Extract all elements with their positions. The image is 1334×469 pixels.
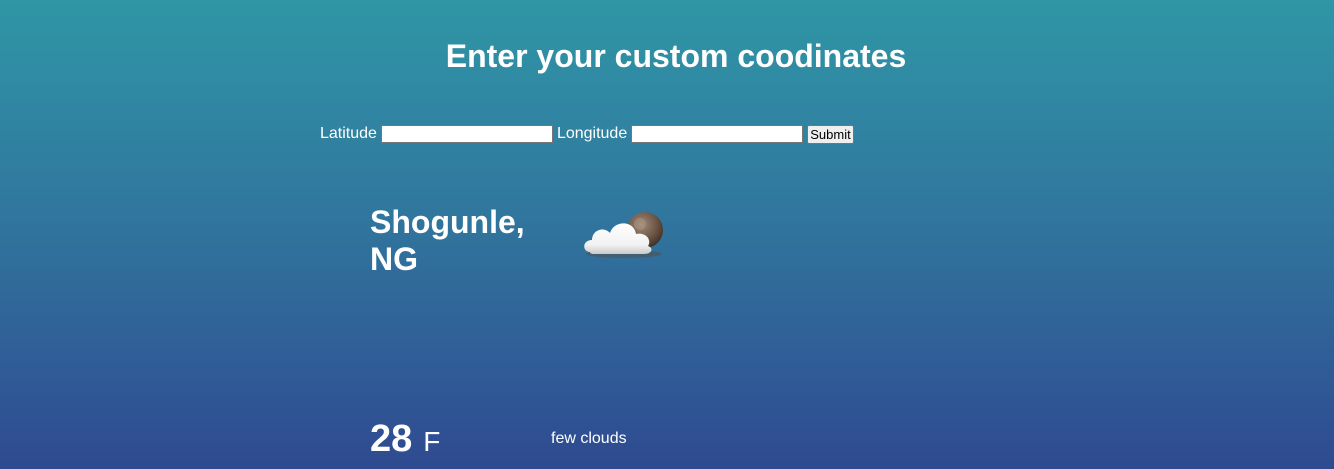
temperature: 28 F — [370, 418, 440, 462]
longitude-label: Longitude — [556, 125, 628, 142]
longitude-input[interactable] — [631, 125, 804, 143]
coordinates-form: Latitude Longitude Submit — [320, 124, 854, 144]
latitude-input[interactable] — [380, 125, 553, 143]
few-clouds-night-icon — [584, 212, 663, 258]
location-name: Shogunle, NG — [370, 204, 525, 277]
weather-description: few clouds — [551, 430, 627, 447]
temperature-value: 28 — [370, 418, 413, 460]
latitude-label: Latitude — [320, 125, 377, 142]
submit-button[interactable]: Submit — [807, 124, 854, 144]
temperature-unit: F — [423, 426, 441, 457]
page-title: Enter your custom coodinates — [445, 38, 907, 74]
